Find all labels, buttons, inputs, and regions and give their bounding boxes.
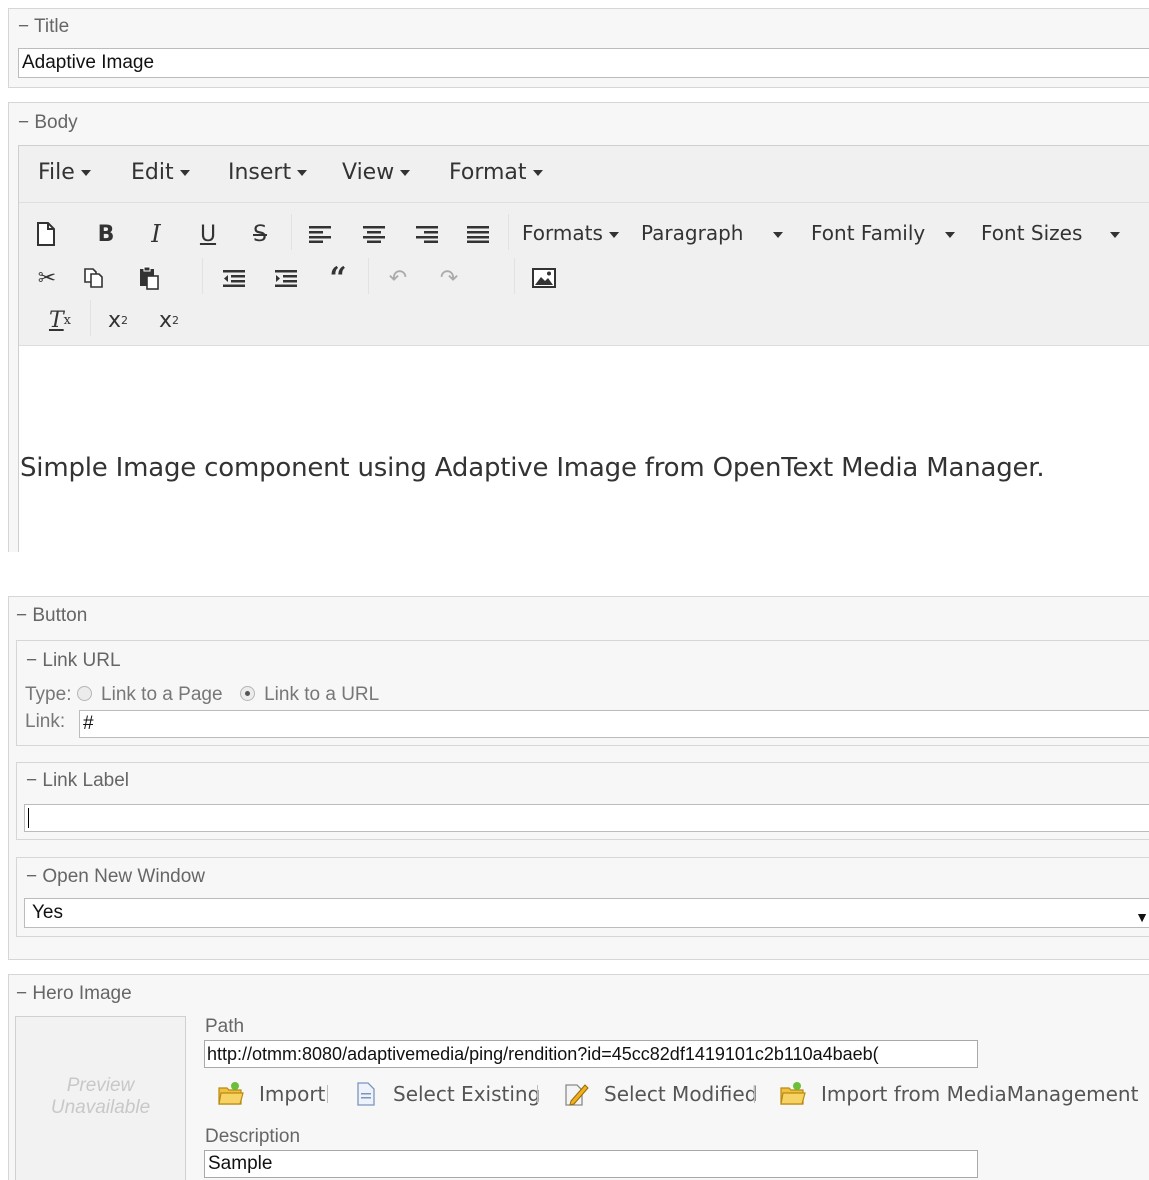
chevron-down-icon [608, 231, 619, 238]
radio-link-to-page-label[interactable]: Link to a Page [101, 684, 222, 705]
folder-import-icon [218, 1082, 244, 1105]
underline-icon[interactable]: U [194, 220, 222, 248]
description-label: Description [205, 1126, 301, 1147]
path-label: Path [205, 1016, 245, 1037]
import-from-mediamanagement-button[interactable]: Import from MediaManagement [779, 1081, 1138, 1107]
edit-document-icon [565, 1084, 589, 1106]
action-separator [327, 1085, 328, 1103]
superscript-icon[interactable]: x2 [155, 306, 183, 334]
image-icon[interactable] [530, 264, 558, 292]
title-input[interactable]: Adaptive Image [18, 48, 1149, 78]
menu-file-label: File [38, 160, 75, 185]
import-button[interactable]: Import [217, 1081, 325, 1107]
radio-link-to-page[interactable] [76, 686, 92, 701]
link-label: Link: [25, 711, 66, 732]
select-modified-label: Select Modified [604, 1082, 758, 1106]
copy-icon[interactable] [80, 264, 108, 292]
link-type-row: Type: Link to a Page Link to a URL [25, 684, 379, 706]
select-modified-button[interactable]: Select Modified [563, 1081, 757, 1107]
preview-line-2: Unavailable [50, 1097, 151, 1118]
menu-edit[interactable]: Edit [131, 160, 190, 185]
chevron-down-icon: ▼ [1135, 909, 1149, 925]
action-separator [754, 1085, 755, 1103]
chevron-down-icon [297, 170, 308, 176]
font-sizes-label: Font Sizes [981, 221, 1083, 245]
document-icon [357, 1082, 375, 1106]
button-legend[interactable]: − Button [16, 605, 87, 627]
paragraph-dropdown[interactable]: Paragraph [641, 221, 784, 245]
toolbar-separator [508, 214, 509, 250]
menu-file[interactable]: File [38, 160, 91, 185]
radio-link-to-url-label[interactable]: Link to a URL [264, 684, 379, 705]
new-document-icon[interactable] [32, 220, 60, 248]
chevron-down-icon [179, 170, 190, 176]
title-legend[interactable]: − Title [18, 16, 69, 38]
image-preview: Preview Unavailable [15, 1016, 186, 1180]
font-sizes-dropdown[interactable]: Font Sizes [981, 221, 1121, 245]
font-family-label: Font Family [811, 221, 926, 245]
menu-view-label: View [342, 160, 395, 185]
type-label: Type: [25, 684, 72, 705]
chevron-down-icon [400, 170, 411, 176]
clear-formatting-icon[interactable]: Tx [46, 306, 74, 334]
chevron-down-icon [945, 231, 956, 238]
menu-edit-label: Edit [131, 160, 174, 185]
import-from-mediamanagement-label: Import from MediaManagement [821, 1082, 1139, 1106]
menu-view[interactable]: View [342, 160, 411, 185]
paragraph-label: Paragraph [641, 221, 744, 245]
formats-label: Formats [522, 221, 603, 245]
open-new-window-value: Yes [32, 902, 63, 923]
font-family-dropdown[interactable]: Font Family [811, 221, 956, 245]
toolbar-separator [291, 214, 292, 250]
cut-icon[interactable]: ✂ [33, 264, 61, 292]
open-new-window-select[interactable]: Yes ▼ [24, 898, 1149, 928]
link-label-legend[interactable]: − Link Label [26, 770, 129, 792]
strikethrough-icon[interactable]: S [246, 220, 274, 248]
path-input[interactable]: http://otmm:8080/adaptivemedia/ping/rend… [204, 1040, 978, 1068]
undo-icon[interactable]: ↶ [384, 264, 412, 292]
text-cursor [28, 808, 29, 828]
body-legend[interactable]: − Body [18, 112, 78, 134]
editor-content[interactable]: Simple Image component using Adaptive Im… [20, 453, 1045, 483]
chevron-down-icon [1110, 231, 1121, 238]
import-label: Import [259, 1082, 326, 1106]
indent-icon[interactable] [272, 264, 300, 292]
preview-line-1: Preview [66, 1075, 135, 1096]
open-new-window-legend[interactable]: − Open New Window [26, 866, 205, 888]
chevron-down-icon [80, 170, 91, 176]
link-input[interactable]: # [79, 710, 1149, 738]
blockquote-icon[interactable]: “ [324, 261, 352, 296]
align-center-icon[interactable] [360, 220, 388, 248]
redo-icon[interactable]: ↷ [435, 264, 463, 292]
hero-image-legend[interactable]: − Hero Image [16, 983, 132, 1005]
chevron-down-icon [532, 170, 543, 176]
menu-insert[interactable]: Insert [228, 160, 308, 185]
toolbar-separator [202, 258, 203, 294]
menu-format[interactable]: Format [449, 160, 543, 185]
link-url-legend[interactable]: − Link URL [26, 650, 121, 672]
align-right-icon[interactable] [413, 220, 441, 248]
chevron-down-icon [773, 231, 784, 238]
outdent-icon[interactable] [220, 264, 248, 292]
description-input[interactable]: Sample [204, 1150, 978, 1178]
link-label-input[interactable] [24, 804, 1149, 832]
paste-icon[interactable] [135, 264, 163, 292]
select-existing-button[interactable]: Select Existing [355, 1081, 540, 1107]
align-left-icon[interactable] [306, 220, 334, 248]
radio-link-to-url[interactable] [239, 686, 255, 701]
action-separator [537, 1085, 538, 1103]
italic-icon[interactable]: I [142, 220, 170, 248]
subscript-icon[interactable]: x2 [104, 306, 132, 334]
toolbar-separator [90, 300, 91, 336]
select-existing-label: Select Existing [393, 1082, 541, 1106]
folder-import-icon [780, 1082, 806, 1105]
formats-dropdown[interactable]: Formats [522, 221, 619, 245]
menu-insert-label: Insert [228, 160, 292, 185]
toolbar-separator [368, 258, 369, 294]
toolbar-separator [514, 258, 515, 294]
menu-format-label: Format [449, 160, 527, 185]
justify-icon[interactable] [464, 220, 492, 248]
bold-icon[interactable]: B [92, 220, 120, 248]
